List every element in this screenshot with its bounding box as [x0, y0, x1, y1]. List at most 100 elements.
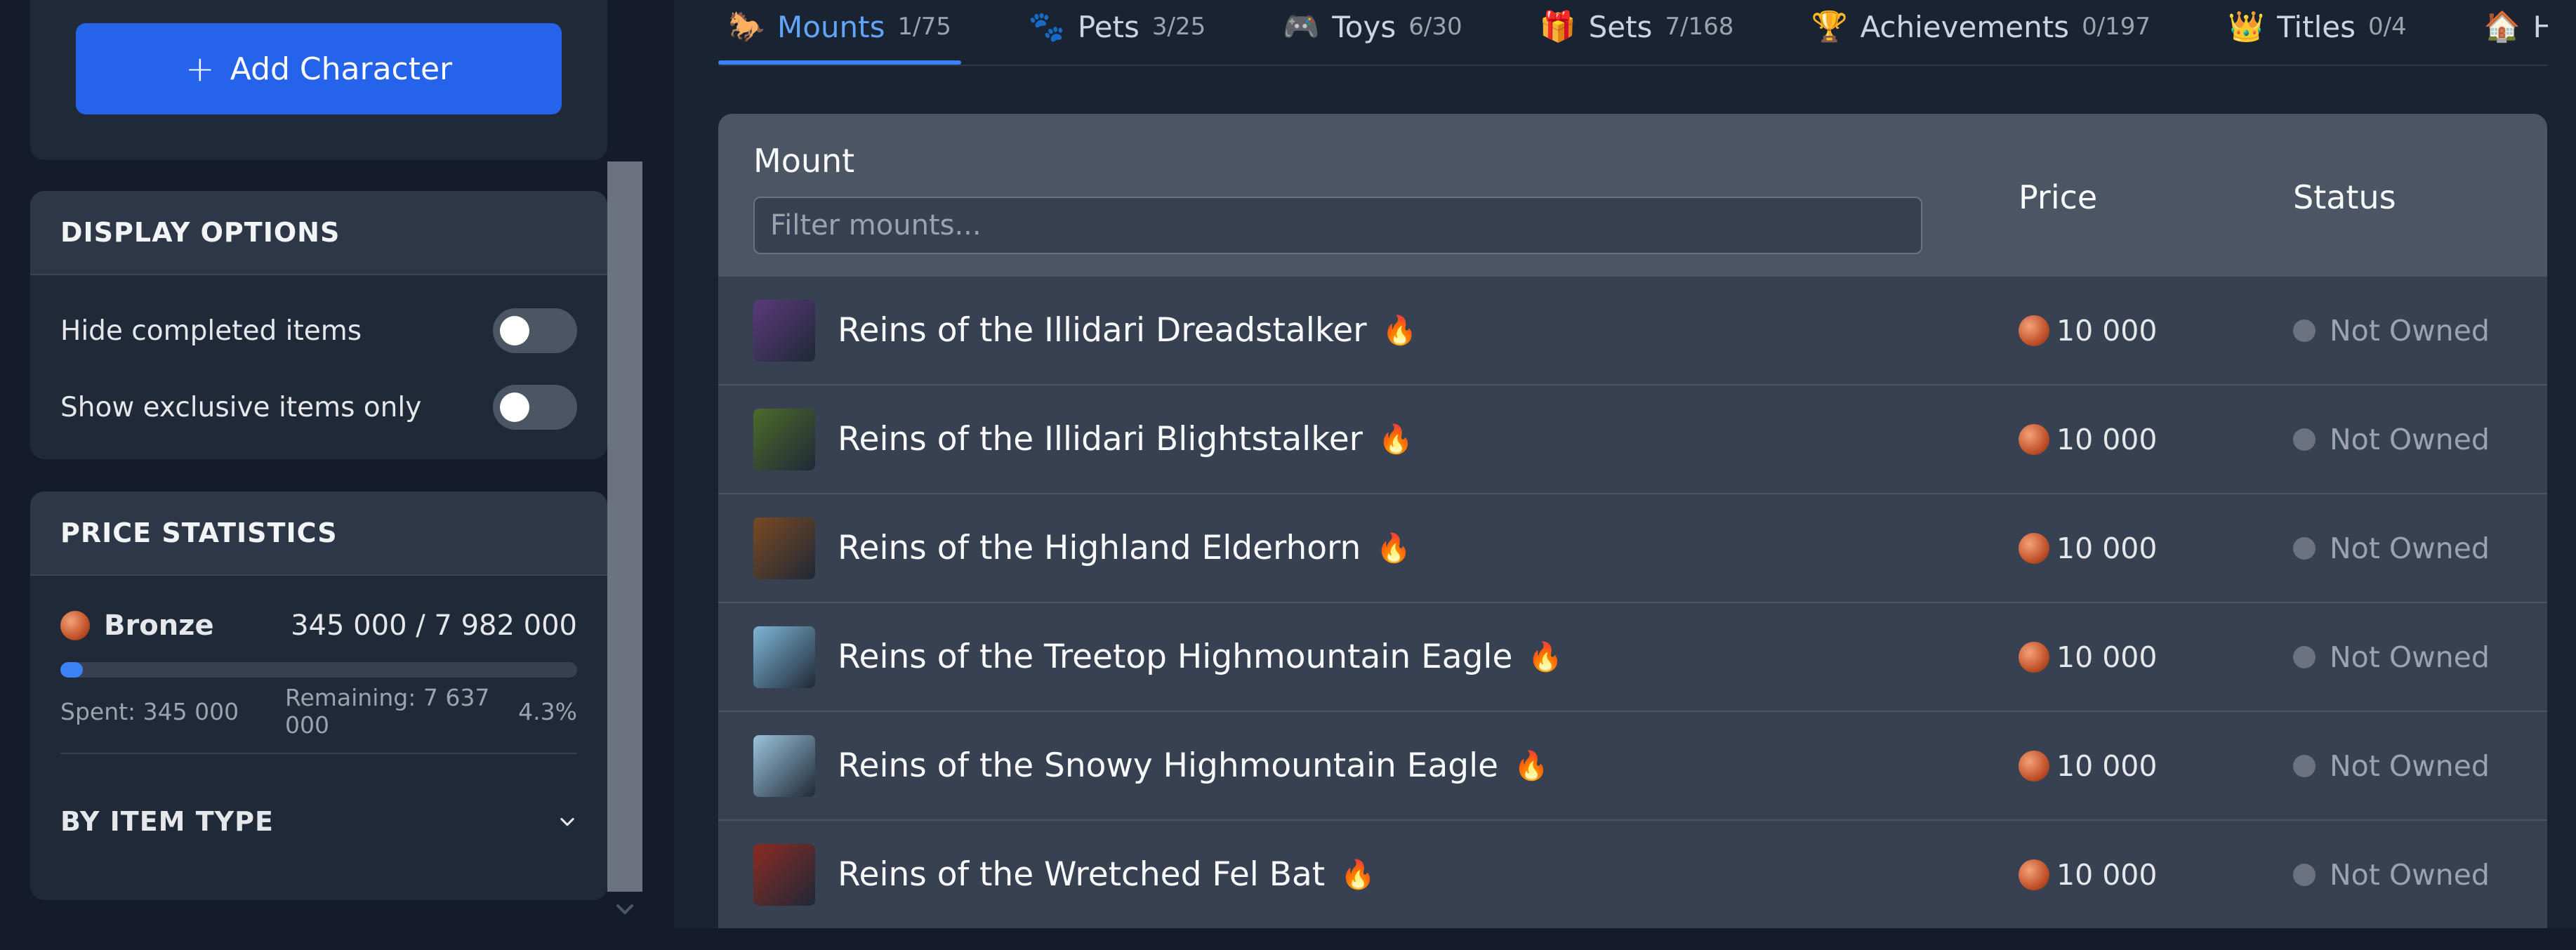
filter-mounts-input[interactable]	[753, 197, 1922, 254]
fire-icon: 🔥	[1378, 423, 1413, 456]
paw-icon: 🐾	[1028, 9, 1066, 44]
status-cell: Not Owned	[2293, 532, 2490, 565]
price-value: 10 000	[2056, 748, 2158, 783]
exclusive-only-toggle[interactable]	[493, 385, 577, 430]
tab-sets[interactable]: 🎁 Sets 7/168	[1530, 0, 1744, 53]
status-label: Not Owned	[2330, 640, 2490, 674]
main-content: 🐎 Mounts 1/75 🐾 Pets 3/25 🎮 Toys 6/30 🎁 …	[674, 0, 2576, 928]
divider	[60, 753, 577, 754]
bronze-coin-icon	[2019, 859, 2049, 890]
status-label: Not Owned	[2330, 857, 2490, 892]
mounts-table: Mount Price Status Reins of the Illidari…	[718, 114, 2547, 928]
sidebar-scrollbar[interactable]	[607, 161, 642, 892]
table-row[interactable]: Reins of the Illidari Blightstalker 🔥 10…	[718, 385, 2547, 494]
price-value: 10 000	[2056, 857, 2158, 892]
table-row[interactable]: Reins of the Wretched Fel Bat 🔥 10 000 N…	[718, 821, 2547, 928]
mount-name: Reins of the Highland Elderhorn	[838, 529, 1361, 567]
mount-name-cell: Reins of the Wretched Fel Bat 🔥	[838, 855, 1375, 894]
mount-name: Reins of the Treetop Highmountain Eagle	[838, 638, 1513, 676]
tab-pets[interactable]: 🐾 Pets 3/25	[1019, 0, 1215, 53]
add-character-panel: + Add Character	[30, 0, 607, 160]
fire-icon: 🔥	[1528, 641, 1564, 673]
tab-label: Hou	[2533, 10, 2548, 44]
mount-name: Reins of the Illidari Dreadstalker	[838, 311, 1367, 350]
tab-toys[interactable]: 🎮 Toys 6/30	[1273, 0, 1472, 53]
table-row[interactable]: Reins of the Illidari Dreadstalker 🔥 10 …	[718, 277, 2547, 385]
currency-name: Bronze	[104, 609, 214, 642]
table-row[interactable]: Reins of the Treetop Highmountain Eagle …	[718, 603, 2547, 712]
price-value: 10 000	[2056, 313, 2158, 348]
spent-progress-bar	[60, 662, 577, 678]
scroll-down-arrow-icon[interactable]	[611, 895, 639, 923]
mount-name: Reins of the Snowy Highmountain Eagle	[838, 746, 1499, 785]
price-cell: 10 000	[2019, 314, 2157, 348]
trophy-icon: 🏆	[1811, 9, 1848, 44]
status-dot-icon	[2293, 428, 2316, 451]
mount-name: Reins of the Illidari Blightstalker	[838, 420, 1363, 458]
status-label: Not Owned	[2330, 531, 2490, 565]
table-row[interactable]: Reins of the Highland Elderhorn 🔥 10 000…	[718, 494, 2547, 603]
tab-housing[interactable]: 🏠 Hou	[2474, 0, 2548, 53]
mount-name-cell: Reins of the Treetop Highmountain Eagle …	[838, 638, 1563, 676]
tab-achievements[interactable]: 🏆 Achievements 0/197	[1801, 0, 2160, 53]
status-dot-icon	[2293, 754, 2316, 777]
mount-thumbnail	[753, 843, 815, 906]
mount-name-cell: Reins of the Illidari Dreadstalker 🔥	[838, 311, 1417, 350]
bronze-coin-icon	[2019, 315, 2049, 346]
fire-icon: 🔥	[1340, 859, 1376, 891]
table-row[interactable]: Reins of the Snowy Highmountain Eagle 🔥 …	[718, 712, 2547, 821]
price-statistics-panel: PRICE STATISTICS Bronze 345 000 / 7 982 …	[30, 492, 607, 900]
fire-icon: 🔥	[1514, 750, 1549, 782]
column-header-price[interactable]: Price	[2019, 178, 2097, 216]
by-item-type-toggle[interactable]: BY ITEM TYPE	[60, 800, 577, 843]
hide-completed-toggle[interactable]	[493, 308, 577, 353]
stat-row: Spent: 345 000 Remaining: 7 637 000 4.3%	[60, 684, 577, 739]
mount-name-cell: Reins of the Highland Elderhorn 🔥	[838, 529, 1411, 567]
price-cell: 10 000	[2019, 858, 2157, 892]
option-label: Hide completed items	[60, 315, 362, 347]
status-dot-icon	[2293, 536, 2316, 560]
tab-count: 3/25	[1151, 13, 1206, 41]
status-label: Not Owned	[2330, 313, 2490, 348]
house-icon: 🏠	[2483, 9, 2521, 44]
table-header: Mount Price Status	[718, 114, 2547, 277]
mount-thumbnail	[753, 734, 815, 797]
price-cell: 10 000	[2019, 423, 2157, 456]
status-label: Not Owned	[2330, 748, 2490, 783]
mount-name-cell: Reins of the Illidari Blightstalker 🔥	[838, 420, 1413, 458]
mount-thumbnail	[753, 517, 815, 579]
display-options-title: DISPLAY OPTIONS	[30, 191, 607, 275]
currency-row: Bronze 345 000 / 7 982 000	[60, 604, 577, 647]
price-cell: 10 000	[2019, 749, 2157, 783]
remaining-amount: Remaining: 7 637 000	[285, 684, 490, 739]
fire-icon: 🔥	[1382, 315, 1418, 347]
option-label: Show exclusive items only	[60, 391, 422, 423]
status-cell: Not Owned	[2293, 314, 2490, 348]
status-cell: Not Owned	[2293, 858, 2490, 892]
tab-mounts[interactable]: 🐎 Mounts 1/75	[718, 0, 961, 65]
spent-amount: Spent: 345 000	[60, 697, 239, 725]
bronze-coin-icon	[2019, 750, 2049, 781]
tab-label: Achievements	[1860, 9, 2070, 44]
tab-titles[interactable]: 👑 Titles 0/4	[2218, 0, 2417, 53]
price-cell: 10 000	[2019, 532, 2157, 565]
tab-label: Toys	[1332, 9, 1396, 44]
mount-thumbnail	[753, 299, 815, 362]
mount-name-cell: Reins of the Snowy Highmountain Eagle 🔥	[838, 746, 1549, 785]
status-dot-icon	[2293, 645, 2316, 668]
status-cell: Not Owned	[2293, 423, 2490, 456]
option-hide-completed: Hide completed items	[60, 306, 577, 355]
status-label: Not Owned	[2330, 422, 2490, 456]
bronze-coin-icon	[2019, 423, 2049, 455]
tab-count: 7/168	[1665, 13, 1734, 41]
column-header-status[interactable]: Status	[2293, 178, 2396, 216]
bronze-coin-icon	[2019, 532, 2049, 564]
mount-name: Reins of the Wretched Fel Bat	[838, 855, 1326, 894]
price-value: 10 000	[2056, 640, 2158, 674]
crown-icon: 👑	[2228, 9, 2265, 44]
add-character-button[interactable]: + Add Character	[76, 23, 562, 114]
category-tabs: 🐎 Mounts 1/75 🐾 Pets 3/25 🎮 Toys 6/30 🎁 …	[718, 0, 2548, 66]
fire-icon: 🔥	[1376, 532, 1412, 565]
horse-icon: 🐎	[728, 9, 765, 44]
bronze-coin-icon	[2019, 641, 2049, 673]
